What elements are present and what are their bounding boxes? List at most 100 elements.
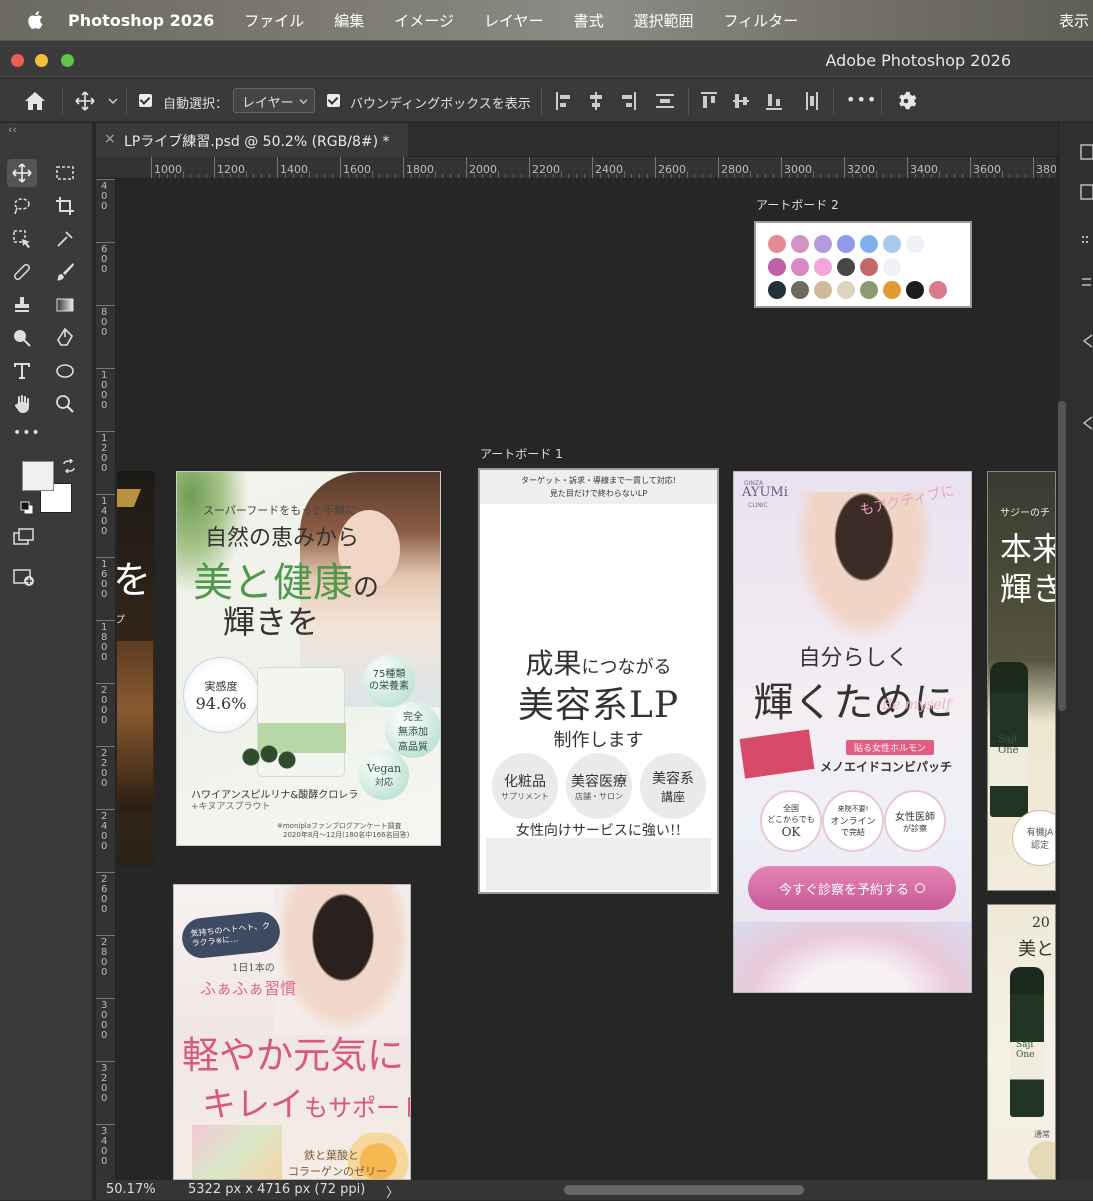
more-tools-icon[interactable]: ••• <box>13 425 41 441</box>
color-swatch[interactable] <box>814 281 832 299</box>
foreground-color-swatch[interactable] <box>22 461 54 491</box>
tool-hand[interactable] <box>7 390 37 418</box>
zoom-window-button[interactable] <box>61 54 74 67</box>
color-swatch[interactable] <box>791 281 809 299</box>
menu-type[interactable]: 書式 <box>574 10 604 31</box>
close-tab-icon[interactable]: × <box>104 131 116 147</box>
color-swatch[interactable] <box>860 281 878 299</box>
tool-dodge[interactable] <box>7 324 37 352</box>
tool-lasso[interactable] <box>7 192 37 220</box>
panel-icon[interactable] <box>1080 183 1093 203</box>
tool-zoom[interactable] <box>50 390 80 418</box>
panel-icon[interactable] <box>1080 331 1093 351</box>
tool-marquee[interactable] <box>50 159 80 187</box>
color-swatch[interactable] <box>883 235 901 253</box>
color-swatch[interactable] <box>883 281 901 299</box>
color-swatch[interactable] <box>906 281 924 299</box>
color-swatch[interactable] <box>768 235 786 253</box>
menu-filter[interactable]: フィルター <box>724 10 799 31</box>
auto-select-checkbox[interactable] <box>139 94 152 107</box>
tool-healing[interactable] <box>7 258 37 286</box>
collapse-panel-icon[interactable]: ‹‹ <box>8 123 17 136</box>
lp-card-spirulina[interactable]: スーパーフードをもっと手軽に 自然の恵みから 美と健康の 輝きを 実感度 94.… <box>176 471 441 846</box>
canvas-vertical-scrollbar[interactable] <box>1058 401 1066 711</box>
panel-icon[interactable] <box>1080 273 1093 293</box>
color-swatch[interactable] <box>906 235 924 253</box>
canvas[interactable]: アートボード 2 アートボード 1 を プ スーパーフードをもっと手軽に 自然の… <box>117 179 1056 1180</box>
tool-gradient[interactable] <box>50 291 80 319</box>
color-swatch[interactable] <box>929 281 947 299</box>
gear-icon[interactable] <box>895 90 917 112</box>
ruler-tick-label: 2 4 0 0 <box>101 811 108 852</box>
panel-icon[interactable] <box>1080 233 1093 253</box>
move-tool-icon[interactable] <box>75 91 95 111</box>
menu-layer[interactable]: レイヤー <box>484 10 544 31</box>
color-swatch[interactable] <box>791 235 809 253</box>
tool-crop[interactable] <box>50 192 80 220</box>
tool-brush[interactable] <box>50 258 80 286</box>
color-swatch[interactable] <box>883 258 901 276</box>
status-menu-arrow[interactable]: 〉 <box>386 1182 399 1201</box>
lp3-cta-button[interactable]: 今すぐ診察を予約する <box>748 866 956 910</box>
color-swatch[interactable] <box>837 258 855 276</box>
tool-pen[interactable] <box>50 324 80 352</box>
document-tab[interactable]: × LPライブ練習.psd @ 50.2% (RGB/8#) * <box>96 123 408 157</box>
tool-object-select[interactable] <box>7 225 37 253</box>
lasso-icon <box>14 198 30 215</box>
swap-colors-icon[interactable] <box>62 459 76 473</box>
align-right-icon[interactable] <box>619 91 637 111</box>
align-bottom-icon[interactable] <box>765 91 783 111</box>
artboard-1-lp[interactable]: ターゲット・訴求・導線まで一貫して対応! 見た目だけで終わらないLP 成果につな… <box>478 468 719 894</box>
chevron-down-icon[interactable] <box>108 97 118 105</box>
color-swatch[interactable] <box>837 235 855 253</box>
canvas-horizontal-scrollbar[interactable] <box>564 1185 804 1195</box>
more-options-button[interactable]: ••• <box>846 90 877 109</box>
color-swatch[interactable] <box>814 258 832 276</box>
align-top-icon[interactable] <box>700 91 718 111</box>
lp-card-saji-partial-2[interactable]: 20 美と Saji One 通常 <box>987 904 1056 1180</box>
color-swatch[interactable] <box>837 281 855 299</box>
artboard-2-palette[interactable] <box>754 221 972 308</box>
distribute-vertical-icon[interactable] <box>803 91 821 111</box>
color-swatch[interactable] <box>768 258 786 276</box>
screen-mode-icon[interactable] <box>13 567 35 587</box>
default-colors-icon[interactable] <box>20 501 34 515</box>
lp-card-ayumi[interactable]: GINZA AYUMi CLINIC もアクティブに 自分らしく 輝くために B… <box>733 471 972 993</box>
apple-icon[interactable] <box>26 10 46 30</box>
bounding-box-checkbox[interactable] <box>327 94 340 107</box>
lp2-c3a: 美容系 <box>652 770 694 787</box>
menu-app-name[interactable]: Photoshop 2026 <box>68 11 214 30</box>
tool-stamp[interactable] <box>7 291 37 319</box>
align-hcenter-icon[interactable] <box>587 91 605 111</box>
artboard-1-label[interactable]: アートボード 1 <box>480 445 563 462</box>
close-window-button[interactable] <box>11 54 24 67</box>
panel-icon[interactable] <box>1080 413 1093 433</box>
align-left-icon[interactable] <box>555 91 573 111</box>
color-swatch[interactable] <box>768 281 786 299</box>
menu-select[interactable]: 選択範囲 <box>634 10 694 31</box>
tool-type[interactable] <box>7 357 37 385</box>
lp-card-left-partial[interactable]: を プ <box>117 471 155 866</box>
tool-ellipse[interactable] <box>50 357 80 385</box>
lp-card-jelly[interactable]: 気持ちのヘトヘト、クラクラ※に… 1日1本の ふぁふぁ習慣 軽やか元気に キレイ… <box>173 884 411 1180</box>
quick-mask-icon[interactable] <box>13 528 35 548</box>
menu-edit[interactable]: 編集 <box>334 10 364 31</box>
color-swatch[interactable] <box>791 258 809 276</box>
zoom-level[interactable]: 50.17% <box>106 1182 156 1197</box>
tool-eyedropper[interactable] <box>50 225 80 253</box>
menu-file[interactable]: ファイル <box>244 10 304 31</box>
tool-move[interactable] <box>7 159 37 187</box>
distribute-icon[interactable] <box>655 91 675 111</box>
menu-view[interactable]: 表示 <box>1059 10 1089 31</box>
home-icon[interactable] <box>24 91 46 111</box>
color-swatch[interactable] <box>860 258 878 276</box>
align-vcenter-icon[interactable] <box>732 91 750 111</box>
panel-icon[interactable] <box>1080 143 1093 163</box>
minimize-window-button[interactable] <box>35 54 48 67</box>
color-swatch[interactable] <box>860 235 878 253</box>
menu-image[interactable]: イメージ <box>394 10 454 31</box>
color-swatch[interactable] <box>814 235 832 253</box>
artboard-2-label[interactable]: アートボード 2 <box>756 196 839 213</box>
lp-card-saji-partial[interactable]: サジーのチ 本来 輝き Saji One 有機JA 認定 <box>987 471 1056 891</box>
auto-select-dropdown[interactable]: レイヤー <box>233 88 315 113</box>
